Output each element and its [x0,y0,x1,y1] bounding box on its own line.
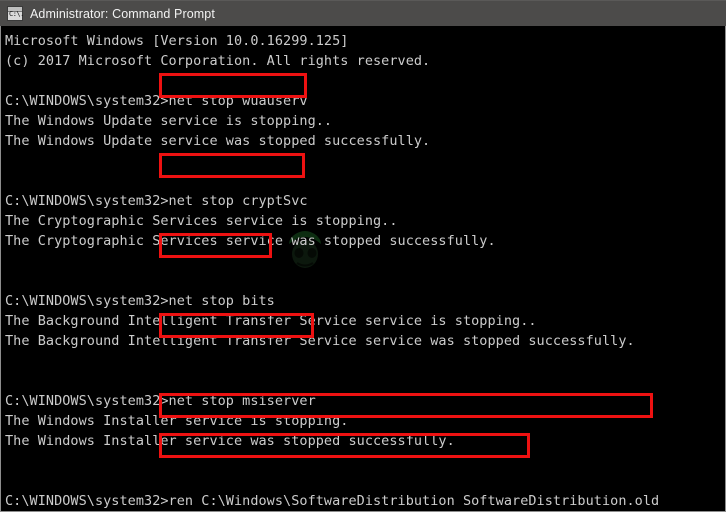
console-command-line: C:\WINDOWS\system32>net stop bits [5,293,275,309]
window-title: Administrator: Command Prompt [30,6,215,21]
console-output-line: The Windows Installer service was stoppe… [5,433,455,449]
command-highlight-box [159,153,305,178]
console-output-line: The Windows Update service was stopped s… [5,133,431,149]
console-output-line: (c) 2017 Microsoft Corporation. All righ… [5,53,431,69]
console-command-line: C:\WINDOWS\system32>net stop wuauserv [5,93,308,109]
console-command-line: C:\WINDOWS\system32>ren C:\Windows\Softw… [5,493,660,509]
window-titlebar[interactable]: Administrator: Command Prompt [0,0,726,26]
console-output-line: The Background Intelligent Transfer Serv… [5,333,635,349]
console-output-line: The Cryptographic Services service was s… [5,233,496,249]
console-output-line: The Windows Update service is stopping.. [5,113,333,129]
console-output-line: The Cryptographic Services service is st… [5,213,398,229]
console-output-line: The Background Intelligent Transfer Serv… [5,313,537,329]
console-command-line: C:\WINDOWS\system32>net stop cryptSvc [5,193,308,209]
console-icon [7,6,24,21]
console-command-line: C:\WINDOWS\system32>net stop msiserver [5,393,316,409]
console-output-line: Microsoft Windows [Version 10.0.16299.12… [5,33,349,49]
console-output-area[interactable]: Microsoft Windows [Version 10.0.16299.12… [1,26,725,511]
command-prompt-window: Administrator: Command Prompt Microsoft … [0,0,726,512]
console-output-line: The Windows Installer service is stoppin… [5,413,349,429]
